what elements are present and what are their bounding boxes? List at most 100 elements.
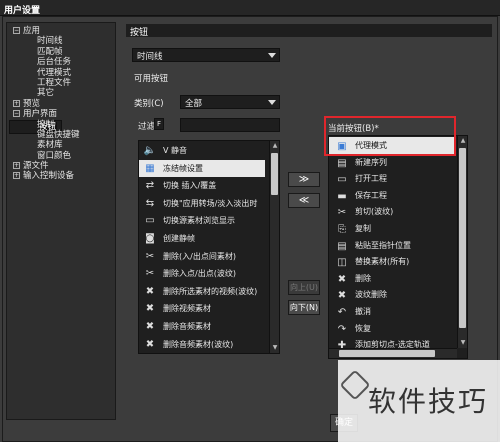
expand-icon[interactable]: + bbox=[13, 99, 20, 107]
move-down-button[interactable]: 向下(N) bbox=[288, 300, 320, 315]
available-buttons-label: 可用按钮 bbox=[134, 74, 169, 84]
list-item-label: 保存工程 bbox=[355, 190, 387, 200]
button-icon: ✖ bbox=[145, 303, 155, 315]
button-icon: ◙ bbox=[145, 233, 155, 244]
available-list-item[interactable]: ▭ 切换源素材浏览显示 bbox=[139, 212, 265, 229]
hscroll-thumb[interactable] bbox=[339, 350, 435, 357]
filter-input[interactable] bbox=[180, 118, 280, 132]
tree-item[interactable]: + 预览 bbox=[9, 99, 113, 109]
button-icon: 🔈 bbox=[143, 145, 157, 156]
button-icon: ✂ bbox=[145, 268, 155, 280]
tree-item-label: 应用 bbox=[23, 26, 41, 36]
available-list-item[interactable]: ✖ 删除音频素材 bbox=[139, 318, 265, 335]
available-list-item[interactable]: ◙ 创建静帧 bbox=[139, 230, 265, 247]
window-title: 用户设置 bbox=[0, 0, 500, 16]
available-list-item[interactable]: ✂ 删除(入/出点间素材) bbox=[139, 248, 265, 265]
button-icon: ✖ bbox=[337, 273, 347, 285]
button-icon: ▬ bbox=[337, 190, 347, 202]
tree-item[interactable]: 匹配帧 bbox=[9, 47, 113, 57]
button-icon: ⎘ bbox=[338, 224, 346, 235]
move-up-button[interactable]: 向上(U) bbox=[288, 280, 320, 295]
scroll-up-icon[interactable]: ▲ bbox=[271, 142, 279, 150]
tree-item-label: 代理模式 bbox=[37, 67, 72, 78]
scroll-down-icon[interactable]: ▼ bbox=[271, 344, 279, 352]
button-icon: ↷ bbox=[337, 323, 347, 335]
filter-label: 过滤 bbox=[138, 122, 156, 132]
available-list-item[interactable]: ⇄ 切换 插入/覆盖 bbox=[139, 177, 265, 194]
list-item-label: 切换源素材浏览显示 bbox=[163, 216, 235, 226]
button-icon: ▭ bbox=[145, 215, 155, 227]
available-buttons-list[interactable]: 🔈 V 静音 ▦ 冻结帧设置 ⇄ 切换 插入/覆盖 ⇆ 切换"应用转场/淡入淡出时 ▭ 切换源素材… bbox=[138, 140, 280, 354]
target-select[interactable]: 时间线 bbox=[132, 48, 280, 62]
button-icon: ✖ bbox=[145, 321, 155, 332]
current-list-hscrollbar[interactable] bbox=[329, 348, 457, 358]
available-list-scrollbar[interactable]: ▲ ▼ bbox=[269, 141, 279, 353]
filter-key-box: F bbox=[154, 118, 164, 130]
button-icon: ✂ bbox=[145, 250, 155, 262]
section-header: 按钮 bbox=[126, 24, 492, 38]
list-item-label: V 静音 bbox=[163, 146, 188, 155]
list-item-label: 波纹删除 bbox=[355, 290, 387, 300]
tree-item-label: 控制 bbox=[37, 119, 55, 130]
scroll-up-icon[interactable]: ▲ bbox=[459, 137, 467, 145]
available-list-item[interactable]: 🔈 V 静音 bbox=[139, 142, 265, 159]
watermark: 软件技巧 bbox=[338, 360, 500, 442]
available-list-item[interactable]: ✖ 删除音频素材(波纹) bbox=[139, 336, 265, 353]
target-select-value: 时间线 bbox=[137, 52, 163, 62]
available-list-item[interactable]: ✖ 删除所选素材的视频(波纹) bbox=[139, 283, 265, 300]
button-icon: ▭ bbox=[337, 174, 347, 186]
category-label: 类别(C) bbox=[134, 99, 164, 109]
collapse-icon[interactable]: − bbox=[13, 110, 20, 118]
highlight-box bbox=[324, 116, 456, 156]
available-list-item[interactable]: ✖ 删除视频素材 bbox=[139, 300, 265, 317]
available-list-item[interactable]: ▦ 冻结帧设置 bbox=[139, 159, 265, 177]
tree-item[interactable]: + 源文件 bbox=[9, 161, 113, 171]
list-item-label: 切换 插入/覆盖 bbox=[163, 181, 217, 191]
list-item-label: 新建序列 bbox=[355, 157, 387, 167]
scroll-thumb[interactable] bbox=[459, 148, 466, 328]
tree-item-label: 输入控制设备 bbox=[23, 171, 75, 182]
list-item-label: 粘贴至指针位置 bbox=[355, 240, 411, 250]
tree-item[interactable]: 工程文件 bbox=[9, 78, 113, 88]
watermark-logo-icon bbox=[339, 369, 371, 401]
button-icon: ✖ bbox=[337, 290, 347, 302]
expand-icon[interactable]: + bbox=[13, 162, 20, 170]
button-icon: ✂ bbox=[337, 207, 347, 219]
button-icon: ✖ bbox=[145, 285, 155, 297]
tree-item[interactable]: + 输入控制设备 bbox=[9, 171, 113, 181]
button-icon: ▦ bbox=[145, 162, 155, 174]
tree-item[interactable]: 其它 bbox=[9, 88, 113, 98]
expand-icon[interactable]: + bbox=[13, 172, 20, 180]
scroll-down-icon[interactable]: ▼ bbox=[459, 339, 467, 347]
tree-item[interactable]: 后台任务 bbox=[9, 57, 113, 67]
tree-item-label: 工程文件 bbox=[37, 77, 72, 88]
tree-item-label: 时间线 bbox=[37, 36, 63, 47]
available-list-item[interactable]: ⇆ 切换"应用转场/淡入淡出时 bbox=[139, 195, 265, 212]
list-item-label: 创建静帧 bbox=[163, 234, 195, 243]
tree-item[interactable]: 窗口颜色 bbox=[9, 151, 113, 161]
tree-item[interactable]: 控制 bbox=[9, 120, 113, 130]
button-icon: ◫ bbox=[337, 257, 347, 269]
collapse-icon[interactable]: − bbox=[13, 27, 20, 34]
current-list-scrollbar[interactable]: ▲ ▼ bbox=[457, 136, 467, 348]
button-icon: ▤ bbox=[337, 240, 347, 252]
tree-item[interactable]: − 用户界面 bbox=[9, 109, 113, 119]
settings-tree[interactable]: − 应用 时间线 匹配帧 后台任务 代理模式 工程文件 其它 + 预览 − 用户界面 按钮 控制 键盘快捷键… bbox=[6, 22, 116, 420]
tree-item[interactable]: 代理模式 bbox=[9, 68, 113, 78]
remove-button[interactable]: ≪ bbox=[288, 193, 320, 208]
add-button[interactable]: ≫ bbox=[288, 172, 320, 187]
tree-item[interactable]: 素材库 bbox=[9, 140, 113, 150]
category-select[interactable]: 全部 bbox=[180, 95, 280, 109]
available-list-item[interactable]: ✂ 删除入点/出点(波纹) bbox=[139, 265, 265, 282]
button-icon: ⇄ bbox=[145, 180, 155, 192]
tree-item[interactable]: − 应用 bbox=[9, 26, 113, 36]
tree-item[interactable]: 时间线 bbox=[9, 36, 113, 46]
scroll-thumb[interactable] bbox=[271, 153, 278, 195]
tree-item-label: 键盘快捷键 bbox=[37, 129, 80, 140]
list-item-label: 替换素材(所有) bbox=[355, 257, 410, 267]
list-item-label: 删除视频素材 bbox=[163, 304, 211, 314]
list-item-label: 复制 bbox=[355, 224, 371, 233]
current-buttons-list[interactable]: ▣ 代理模式 ▤ 新建序列 ▭ 打开工程 ▬ 保存工程 ✂ 剪切(波纹) ⎘ 复制 ▤ 粘贴至指针位置 ◫ 替… bbox=[328, 135, 468, 359]
tree-item-label: 后台任务 bbox=[37, 57, 72, 68]
tree-item[interactable]: 键盘快捷键 bbox=[9, 130, 113, 140]
